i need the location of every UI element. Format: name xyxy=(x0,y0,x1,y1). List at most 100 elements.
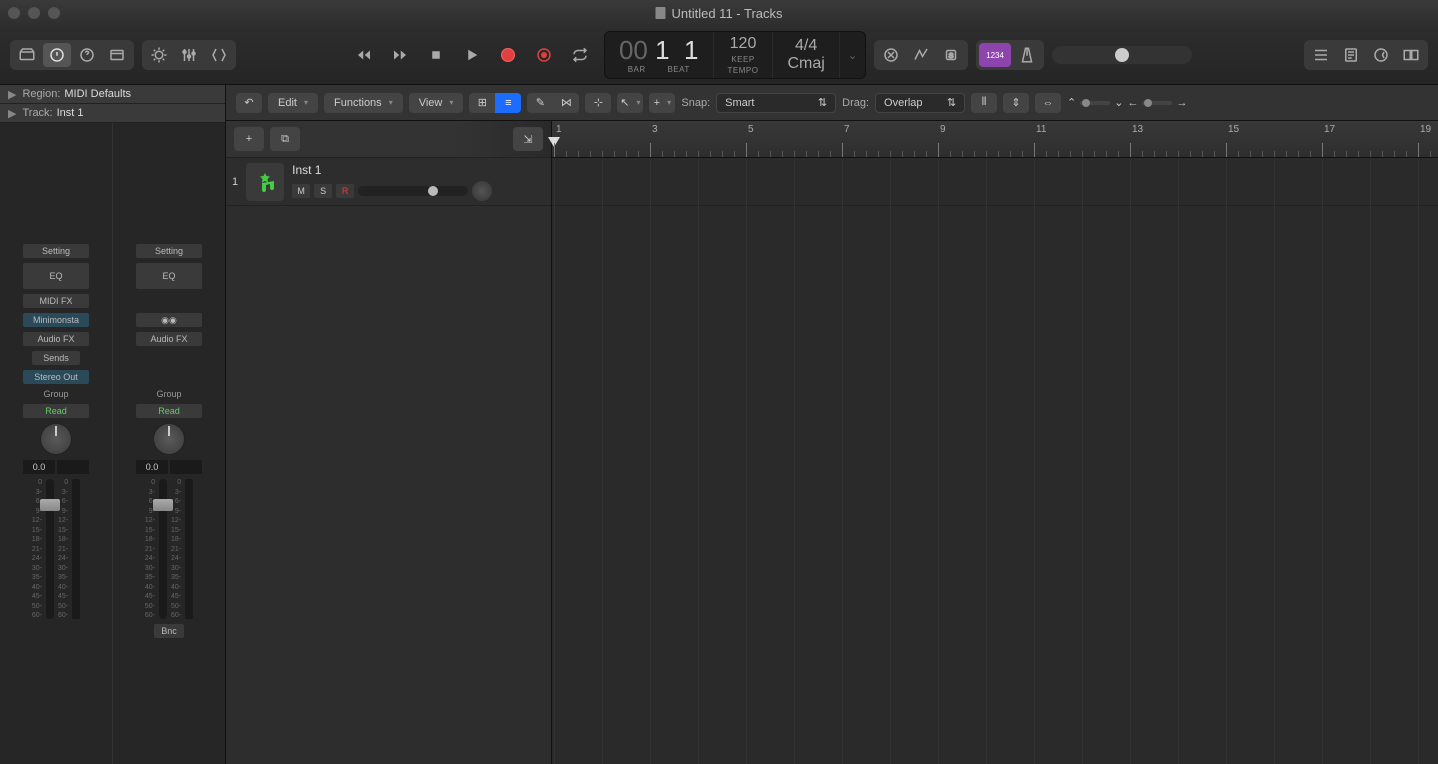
record-enable-button[interactable]: R xyxy=(336,184,354,198)
smart-controls-button[interactable] xyxy=(145,43,173,67)
duplicate-track-button[interactable]: ⧉ xyxy=(270,127,300,151)
traffic-lights[interactable] xyxy=(8,7,60,19)
snap-select[interactable]: Smart⇅ xyxy=(716,93,836,113)
track-lane[interactable] xyxy=(552,158,1438,206)
hzoom-out-icon[interactable]: ← xyxy=(1127,97,1138,109)
waveform-zoom-icon[interactable]: ⫴ xyxy=(971,93,997,113)
toolbar-button[interactable] xyxy=(103,43,131,67)
ruler[interactable]: 135791113151719 xyxy=(552,121,1438,158)
alt-tool[interactable]: + xyxy=(649,93,675,113)
global-tracks-button[interactable]: ⇲ xyxy=(513,127,543,151)
audiofx-slot[interactable]: Audio FX xyxy=(23,332,89,346)
volume-fader[interactable] xyxy=(159,479,167,619)
output-slot[interactable]: Stereo Out xyxy=(23,370,89,384)
eq-slot[interactable]: EQ xyxy=(136,263,202,289)
solo-button[interactable]: S xyxy=(314,184,332,198)
hzoom-icon[interactable]: ⇔ xyxy=(1035,93,1061,113)
pan-knob[interactable] xyxy=(40,423,72,455)
mixer-button[interactable] xyxy=(175,43,203,67)
sends-slot[interactable]: Sends xyxy=(32,351,80,365)
pointer-tool[interactable]: ↖ xyxy=(617,93,643,113)
zoom-icon[interactable] xyxy=(48,7,60,19)
capture-button[interactable] xyxy=(528,41,560,69)
pan-knob[interactable] xyxy=(153,423,185,455)
lcd-display[interactable]: 00 1 1BAR BEAT 120KEEPTEMPO 4/4Cmaj ⌄ xyxy=(604,31,866,79)
audiofx-slot[interactable]: Audio FX xyxy=(136,332,202,346)
help-button[interactable] xyxy=(73,43,101,67)
rewind-button[interactable] xyxy=(348,41,380,69)
group-label[interactable]: Group xyxy=(156,389,181,399)
track-row[interactable]: 1 Inst 1 M S R xyxy=(226,158,551,206)
eq-slot[interactable]: EQ xyxy=(23,263,89,289)
minimize-icon[interactable] xyxy=(28,7,40,19)
countin-button[interactable]: 1234 xyxy=(979,43,1011,67)
functions-menu[interactable]: Functions xyxy=(324,93,403,113)
view-mode-segment[interactable]: ⊞ ≡ xyxy=(469,93,521,113)
catch-button[interactable]: ⊹ xyxy=(585,93,611,113)
library-button[interactable] xyxy=(13,43,41,67)
hzoom-in-icon[interactable]: → xyxy=(1176,97,1187,109)
vzoom-out-icon[interactable]: ⌃ xyxy=(1067,96,1076,109)
lcd-expand-icon[interactable]: ⌄ xyxy=(840,32,865,78)
fader-section: 03-6-9-12-15-18-21-24-30-35-40-45-50-60-… xyxy=(145,479,193,619)
automation-segment[interactable]: ✎ ⋈ xyxy=(527,93,579,113)
instrument-slot[interactable]: Minimonsta xyxy=(23,313,89,327)
drag-select[interactable]: Overlap⇅ xyxy=(875,93,965,113)
cycle-button[interactable] xyxy=(564,41,596,69)
pan-value[interactable]: 0.0 xyxy=(23,460,55,474)
replace-button[interactable] xyxy=(877,43,905,67)
level-meter xyxy=(72,479,80,619)
solo-button[interactable]: S xyxy=(937,43,965,67)
list-view-icon[interactable]: ≡ xyxy=(495,93,521,113)
flex-icon[interactable]: ⋈ xyxy=(553,93,579,113)
autopunch-button[interactable] xyxy=(907,43,935,67)
group-label[interactable]: Group xyxy=(43,389,68,399)
view-menu[interactable]: View xyxy=(409,93,464,113)
track-icon[interactable] xyxy=(246,163,284,201)
hzoom-slider[interactable] xyxy=(1142,101,1172,105)
master-volume-slider[interactable] xyxy=(1052,46,1192,64)
setting-slot[interactable]: Setting xyxy=(136,244,202,258)
disclosure-triangle-icon[interactable]: ▶ xyxy=(8,107,16,120)
forward-button[interactable] xyxy=(384,41,416,69)
midifx-slot[interactable]: MIDI FX xyxy=(23,294,89,308)
pan-value[interactable]: 0.0 xyxy=(136,460,168,474)
automation-mode[interactable]: Read xyxy=(136,404,202,418)
list-editors-button[interactable] xyxy=(1307,43,1335,67)
setting-slot[interactable]: Setting xyxy=(23,244,89,258)
track-pan-knob[interactable] xyxy=(472,181,492,201)
stereo-slot[interactable]: ◉◉ xyxy=(136,313,202,327)
disclosure-triangle-icon[interactable]: ▶ xyxy=(8,88,16,101)
mode-group: S xyxy=(874,40,968,70)
stop-button[interactable] xyxy=(420,41,452,69)
transport-controls xyxy=(348,41,596,69)
automation-mode[interactable]: Read xyxy=(23,404,89,418)
channel-strip-output: Setting EQ ◉◉ Audio FX Group Read 0.0 03… xyxy=(112,123,225,764)
timeline[interactable]: 135791113151719 xyxy=(552,121,1438,764)
notepad-button[interactable] xyxy=(1337,43,1365,67)
close-icon[interactable] xyxy=(8,7,20,19)
track-volume-slider[interactable] xyxy=(358,186,468,196)
vzoom-icon[interactable]: ⇕ xyxy=(1003,93,1029,113)
grid-view-icon[interactable]: ⊞ xyxy=(469,93,495,113)
inspector-button[interactable] xyxy=(43,43,71,67)
automation-icon[interactable]: ✎ xyxy=(527,93,553,113)
metronome-button[interactable] xyxy=(1013,43,1041,67)
browser-button[interactable] xyxy=(1397,43,1425,67)
volume-fader[interactable] xyxy=(46,479,54,619)
vzoom-in-icon[interactable]: ⌄ xyxy=(1114,96,1123,109)
vzoom-slider[interactable] xyxy=(1080,101,1110,105)
mute-button[interactable]: M xyxy=(292,184,310,198)
loops-button[interactable] xyxy=(1367,43,1395,67)
bounce-button[interactable]: Bnc xyxy=(154,624,184,638)
track-header[interactable]: ▶ Track:Inst 1 xyxy=(0,104,225,123)
add-track-button[interactable]: + xyxy=(234,127,264,151)
back-button[interactable]: ↶ xyxy=(236,93,262,113)
region-header[interactable]: ▶ Region:MIDI Defaults xyxy=(0,85,225,104)
play-button[interactable] xyxy=(456,41,488,69)
editors-button[interactable] xyxy=(205,43,233,67)
track-name[interactable]: Inst 1 xyxy=(292,163,545,177)
record-button[interactable] xyxy=(492,41,524,69)
inspector-panel: ▶ Region:MIDI Defaults ▶ Track:Inst 1 Se… xyxy=(0,85,226,764)
edit-menu[interactable]: Edit xyxy=(268,93,318,113)
